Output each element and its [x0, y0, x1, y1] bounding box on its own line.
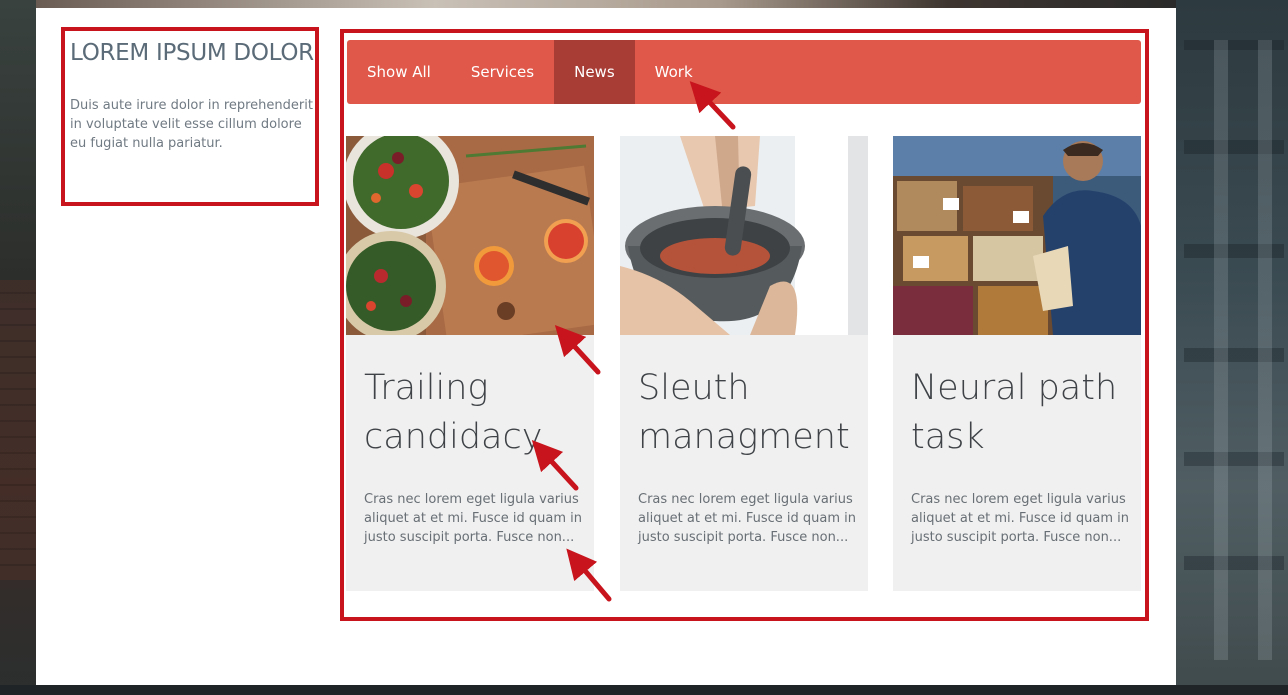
tab-news[interactable]: News [554, 40, 635, 104]
card-excerpt: Cras nec lorem eget ligula varius alique… [911, 492, 1130, 545]
sidebar-widget: LOREM IPSUM DOLOR Duis aute irure dolor … [70, 40, 315, 153]
portfolio-card[interactable]: Trailing candidacy Cras nec lorem eget l… [346, 136, 594, 591]
card-image-mortar[interactable] [620, 136, 868, 335]
tab-show-all[interactable]: Show All [347, 40, 451, 104]
card-title[interactable]: Trailing candidacy [364, 364, 584, 462]
portfolio-card[interactable]: Sleuth managment Cras nec lorem eget lig… [620, 136, 868, 591]
tab-services[interactable]: Services [451, 40, 554, 104]
card-title[interactable]: Neural path task [911, 364, 1131, 462]
card-title[interactable]: Sleuth managment [638, 364, 858, 462]
card-image-salad[interactable] [346, 136, 594, 335]
sidebar-text: Duis aute irure dolor in reprehenderit i… [70, 98, 313, 151]
sidebar-title: LOREM IPSUM DOLOR [70, 40, 314, 66]
tab-work[interactable]: Work [635, 40, 713, 104]
card-image-market[interactable] [893, 136, 1141, 335]
background-left [0, 0, 36, 695]
header-image-strip [36, 0, 1176, 8]
card-excerpt: Cras nec lorem eget ligula varius alique… [364, 492, 583, 545]
portfolio-card[interactable]: Neural path task Cras nec lorem eget lig… [893, 136, 1141, 591]
card-excerpt: Cras nec lorem eget ligula varius alique… [638, 492, 857, 545]
background-right [1176, 0, 1288, 695]
footer-strip [0, 685, 1288, 695]
filter-tab-bar: Show All Services News Work [347, 40, 1141, 104]
